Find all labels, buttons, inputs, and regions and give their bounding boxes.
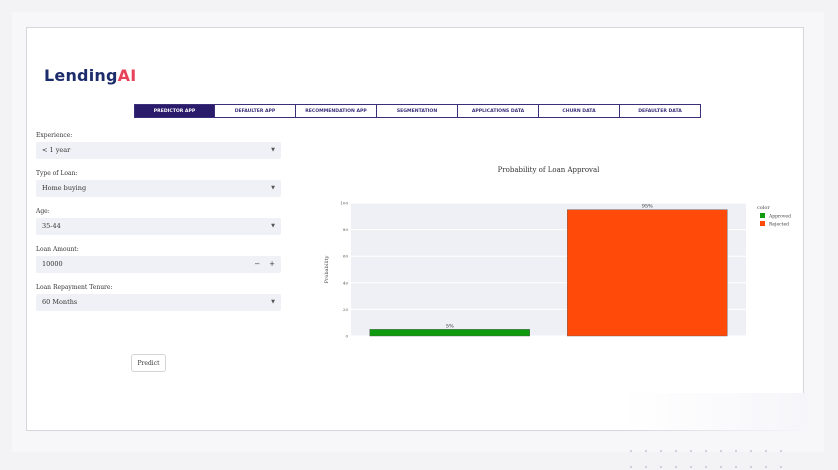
legend-swatch [760,213,765,218]
decor-dot [750,450,752,452]
nav-tabs: PREDICTOR APP DEFAULTER APP RECOMMENDATI… [134,104,701,118]
chart-title: Probability of Loan Approval [498,166,601,174]
decor-dot [690,450,692,452]
age-select[interactable]: 35-44 ▼ [36,218,281,235]
bar-rejected [567,209,728,337]
bar-approved [369,329,530,337]
app-card: LendingAI PREDICTOR APP DEFAULTER APP RE… [26,27,807,431]
tab-defaulter-app[interactable]: DEFAULTER APP [215,104,296,118]
decor-dot [780,450,782,452]
decor-dot [735,466,737,468]
decor-dot [645,450,647,452]
tab-recommendation-app[interactable]: RECOMMENDATION APP [296,104,377,118]
loan-amount-label: Loan Amount: [36,246,79,253]
tab-applications-data[interactable]: APPLICATIONS DATA [458,104,539,118]
decor-dot [675,450,677,452]
y-tick-label: 60 [343,254,349,259]
legend-entry: Approved [768,214,791,220]
increment-button[interactable]: + [269,260,275,268]
tab-churn-data[interactable]: CHURN DATA [539,104,620,118]
decor-dot [705,466,707,468]
experience-select[interactable]: < 1 year ▼ [36,142,281,159]
decrement-button[interactable]: − [254,260,260,268]
experience-value: < 1 year [42,146,71,154]
decor-dot [765,450,767,452]
decor-dot [630,466,632,468]
caret-down-icon: ▼ [271,299,275,305]
decor-dot [645,466,647,468]
loan-amount-input[interactable]: 10000 − + [36,256,281,273]
tenure-value: 60 Months [42,298,78,306]
tab-defaulter-data[interactable]: DEFAULTER DATA [620,104,701,118]
tenure-select[interactable]: 60 Months ▼ [36,294,281,311]
decor-dot [780,466,782,468]
y-tick-label: 40 [343,280,349,285]
age-value: 35-44 [42,222,61,230]
corner-fade [622,393,807,431]
predict-button[interactable]: Predict [131,354,166,372]
brand-logo: LendingAI [44,66,137,85]
decor-dot [720,450,722,452]
decor-dot [735,450,737,452]
caret-down-icon: ▼ [271,223,275,229]
decor-dot [750,466,752,468]
y-tick-label: 20 [343,307,349,312]
legend-swatch [760,221,765,226]
decor-dot [660,450,662,452]
loan-form: Experience: < 1 year ▼ Type of Loan: Hom… [36,130,281,320]
legend-entry: Rejected [769,222,789,228]
y-tick-label: 0 [345,334,348,339]
y-axis-label: Probability [324,255,330,283]
loan-type-select[interactable]: Home buying ▼ [36,180,281,197]
decor-dot [705,450,707,452]
data-label: 95% [642,204,653,210]
data-label: 5% [446,323,454,329]
decor-dot [660,466,662,468]
loan-type-value: Home buying [42,184,87,192]
caret-down-icon: ▼ [271,185,275,191]
decorative-dots [630,448,790,470]
legend-title: color [757,205,770,211]
decor-dot [690,466,692,468]
loan-approval-chart: Probability of Loan Approval 0 20 40 60 80 100… [324,166,791,339]
decor-dot [720,466,722,468]
decor-dot [630,450,632,452]
loan-amount-value: 10000 [42,260,63,268]
decor-dot [765,466,767,468]
tab-predictor-app[interactable]: PREDICTOR APP [134,104,215,118]
decor-dot [675,466,677,468]
loan-type-label: Type of Loan: [36,170,78,177]
caret-down-icon: ▼ [271,147,275,153]
experience-label: Experience: [36,132,73,139]
y-tick-label: 100 [340,201,348,206]
tenure-label: Loan Repayment Tenure: [36,284,113,291]
tab-segmentation[interactable]: SEGMENTATION [377,104,458,118]
age-label: Age: [36,208,50,215]
y-tick-label: 80 [343,227,349,232]
amount-stepper: − + [254,256,275,273]
